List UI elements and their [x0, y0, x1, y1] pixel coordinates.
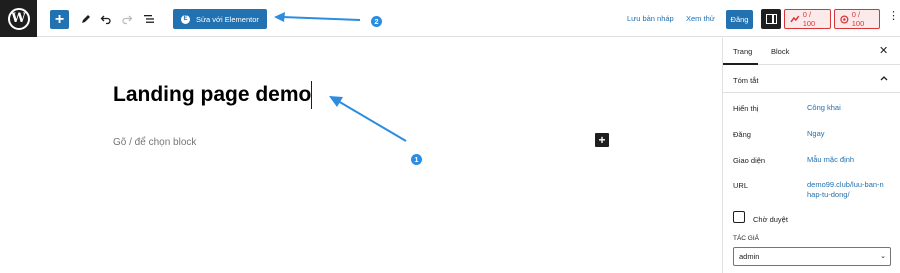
- undo-button[interactable]: [97, 10, 115, 28]
- chevron-up-icon: [880, 76, 888, 81]
- undo-icon: [100, 15, 111, 25]
- annotation-arrow-2: [274, 12, 361, 22]
- editor-canvas[interactable]: Landing page demo 1 Gõ / để chọn block +: [0, 38, 722, 273]
- edit-with-elementor-button[interactable]: E Sửa với Elementor: [173, 9, 267, 29]
- summary-panel-header[interactable]: Tóm tắt: [723, 65, 900, 93]
- redo-button[interactable]: [118, 10, 136, 28]
- author-selected-value: admin: [739, 252, 760, 261]
- block-placeholder[interactable]: Gõ / để chọn block: [113, 137, 196, 148]
- visibility-label: Hiển thị: [733, 104, 759, 113]
- summary-panel-title: Tóm tắt: [733, 76, 759, 85]
- readability-icon: [840, 14, 849, 24]
- settings-sidebar: Trang Block ✕ Tóm tắt Hiển thị Công khai…: [722, 38, 900, 273]
- seo-trend-icon: [790, 15, 800, 23]
- publish-value-link[interactable]: Ngay: [807, 129, 825, 139]
- close-sidebar-icon[interactable]: ✕: [879, 44, 888, 57]
- author-label: TÁC GIẢ: [733, 235, 760, 242]
- visibility-value-link[interactable]: Công khai: [807, 103, 841, 113]
- inline-add-block-button[interactable]: +: [595, 133, 609, 147]
- wordpress-logo-icon: W: [7, 7, 30, 30]
- editor-screen: W + E Sửa với Elementor 2 Lưu bản nháp X…: [0, 0, 900, 273]
- edit-with-elementor-label: Sửa với Elementor: [196, 14, 259, 24]
- pending-review-checkbox[interactable]: [733, 211, 745, 223]
- annotation-arrow-1: [329, 96, 407, 142]
- seo-score-value: 0 / 100: [802, 10, 816, 28]
- add-block-button[interactable]: +: [50, 10, 69, 29]
- sidebar-tabs: Trang Block ✕: [723, 38, 900, 65]
- redo-icon: [122, 15, 133, 25]
- url-label: URL: [733, 181, 749, 190]
- post-title[interactable]: Landing page demo: [113, 83, 311, 107]
- template-value-link[interactable]: Mẫu mặc định: [807, 155, 854, 165]
- publish-label: Đăng: [733, 130, 751, 139]
- more-options-icon[interactable]: ⋮: [888, 11, 899, 22]
- wordpress-logo-button[interactable]: W: [0, 0, 37, 37]
- pencil-icon: [82, 15, 90, 23]
- author-select[interactable]: admin ⌄: [733, 247, 891, 266]
- top-toolbar: W + E Sửa với Elementor 2 Lưu bản nháp X…: [0, 0, 900, 37]
- readability-score-button[interactable]: 0 / 100: [834, 9, 880, 29]
- annotation-badge-2: 2: [371, 16, 382, 27]
- tab-block[interactable]: Block: [771, 47, 789, 56]
- sidebar-icon: [765, 14, 777, 24]
- preview-button[interactable]: Xem thử: [686, 14, 715, 23]
- settings-sidebar-toggle[interactable]: [761, 9, 781, 29]
- annotation-badge-1: 1: [411, 154, 422, 165]
- publish-button[interactable]: Đăng: [726, 10, 753, 29]
- tab-page[interactable]: Trang: [733, 47, 752, 56]
- url-value-link[interactable]: demo99.club/luu-ban-nhap-tu-dong/: [807, 180, 887, 200]
- template-label: Giao diện: [733, 156, 766, 165]
- save-draft-button[interactable]: Lưu bản nháp: [627, 14, 674, 23]
- chevron-down-icon: ⌄: [880, 253, 886, 260]
- seo-score-button[interactable]: 0 / 100: [784, 9, 831, 29]
- tools-pencil-button[interactable]: [77, 10, 95, 28]
- readability-score-value: 0 / 100: [851, 10, 865, 28]
- document-overview-button[interactable]: [140, 10, 158, 28]
- list-view-icon: [144, 15, 154, 23]
- elementor-icon: E: [181, 14, 190, 24]
- text-caret: [311, 81, 312, 109]
- pending-review-label: Chờ duyệt: [753, 215, 788, 224]
